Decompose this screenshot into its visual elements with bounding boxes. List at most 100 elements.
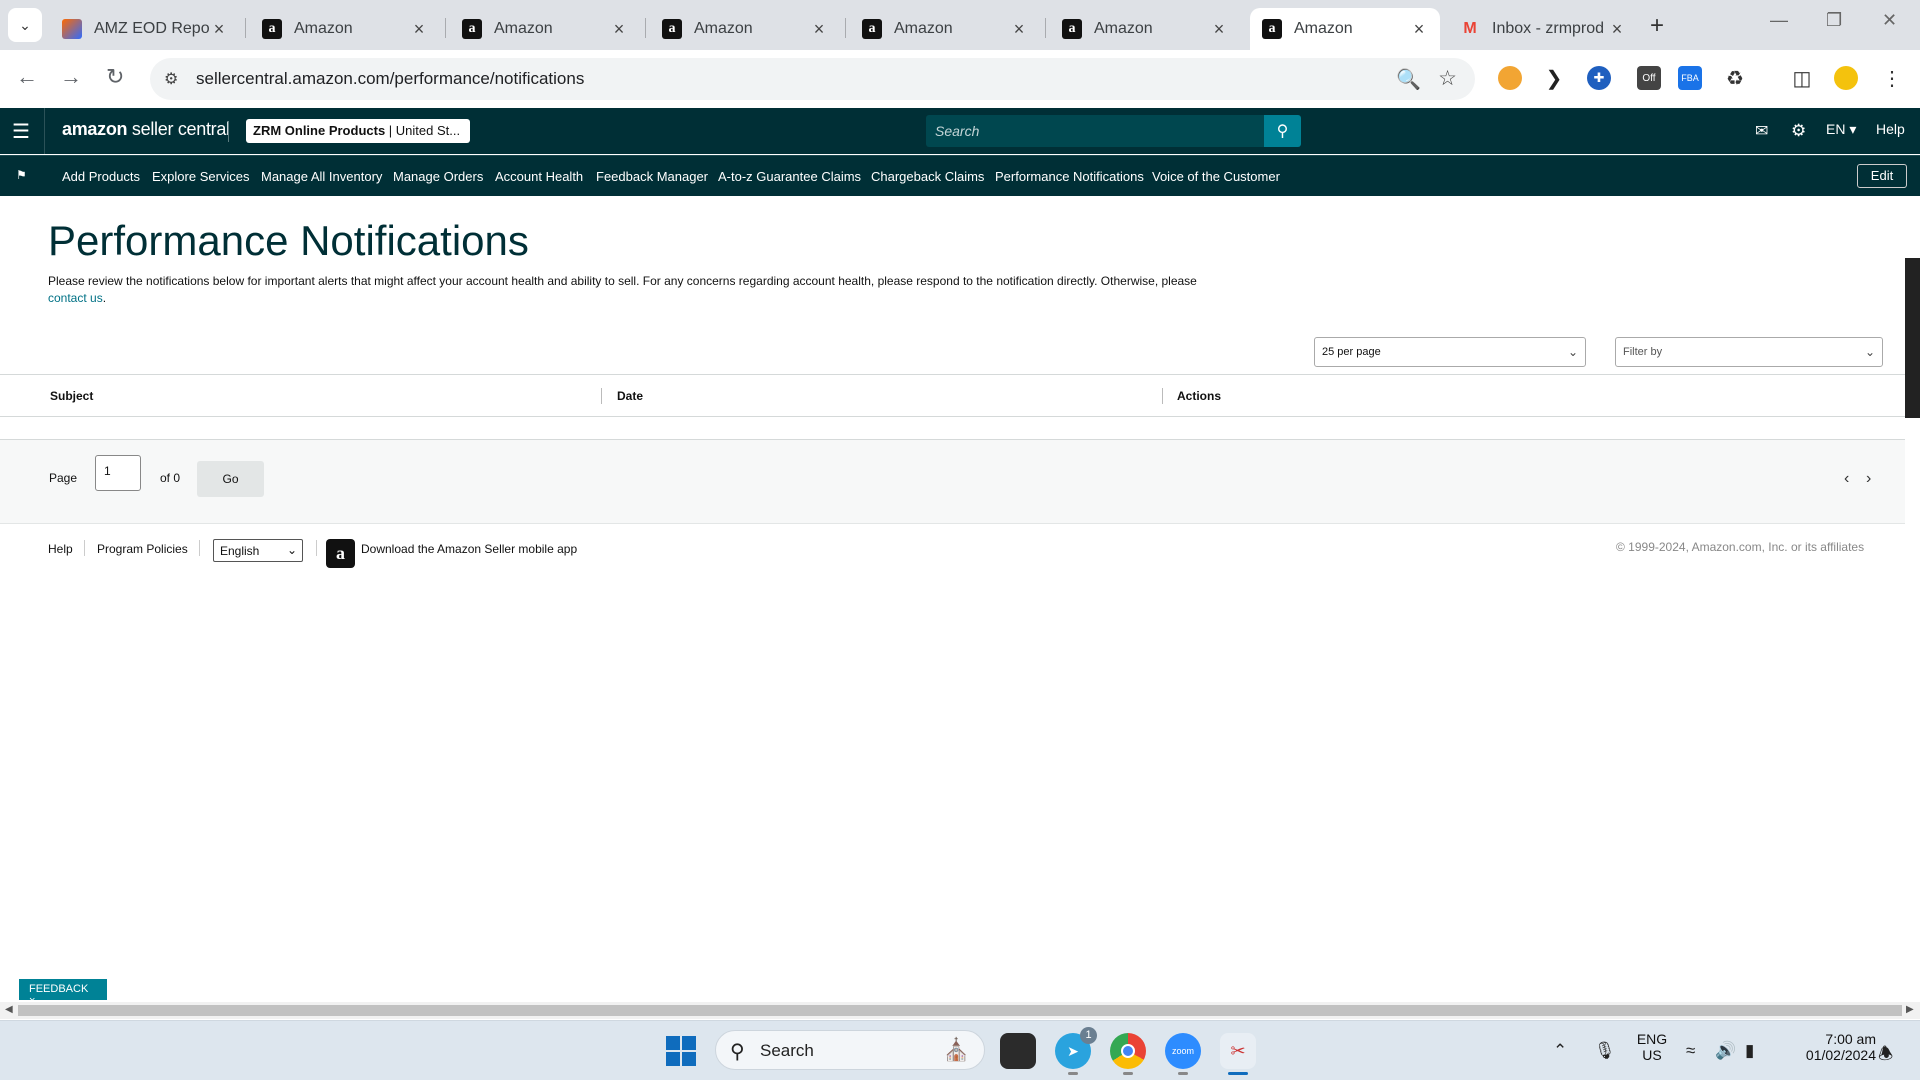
zoom-icon[interactable]: zoom [1165,1033,1201,1069]
seller-central-header: ☰ amazon seller central ZRM Online Produ… [0,108,1920,154]
seller-search-input[interactable]: Search [926,115,1265,147]
close-icon[interactable]: × [810,19,828,40]
seller-central-logo[interactable]: amazon seller central [62,119,230,140]
help-link[interactable]: Help [1876,121,1905,137]
snipping-tool-icon[interactable]: ✂ [1220,1033,1256,1069]
tab-amazon-4[interactable]: a Amazon × [850,8,1040,50]
footer-help-link[interactable]: Help [48,542,73,556]
edit-bookmarks-button[interactable]: Edit [1857,164,1907,188]
side-widget-edge[interactable] [1905,258,1920,418]
language-selector[interactable]: EN ▾ [1826,121,1856,138]
caret-down-icon: ▾ [1849,121,1857,137]
taskbar-search[interactable]: ⚲ Search ⛪ [715,1030,985,1070]
nav-voice-of-customer[interactable]: Voice of the Customer [1152,169,1280,184]
close-icon[interactable]: × [1210,19,1228,40]
footer-language-select[interactable]: English ⌄ [213,539,303,562]
close-icon[interactable]: × [1410,19,1428,40]
chevron-left-icon[interactable]: ‹ [1844,470,1849,488]
contact-us-link[interactable]: contact us [48,291,103,305]
search-button[interactable]: ⚲ [1264,115,1301,147]
input-language[interactable]: ENG US [1632,1031,1672,1063]
account-switcher[interactable]: ZRM Online Products | United St... [246,119,470,143]
extension-blue-icon[interactable]: ✚ [1587,66,1611,90]
forward-button[interactable]: → [60,64,82,90]
tab-search-menu-button[interactable]: ⌄ [8,8,42,42]
nav-performance-notifications[interactable]: Performance Notifications [995,169,1144,184]
mail-icon[interactable]: ✉ [1755,121,1768,141]
scroll-left-icon[interactable]: ◀ [5,1004,13,1015]
nav-add-products[interactable]: Add Products [62,169,140,184]
hamburger-menu-icon[interactable]: ☰ [12,119,30,144]
nav-explore-services[interactable]: Explore Services [152,169,250,184]
bookmark-icon[interactable]: ⚑ [16,168,27,182]
page-title: Performance Notifications [48,217,529,264]
close-window-button[interactable]: ✕ [1882,10,1897,31]
extension-orange-icon[interactable] [1498,66,1522,90]
tab-title: Amazon [1094,20,1153,37]
settings-gear-icon[interactable]: ⚙ [1791,121,1806,141]
site-info-icon[interactable]: ⚙ [164,69,178,89]
battery-icon[interactable]: ▮ [1745,1041,1754,1061]
nav-a-to-z-claims[interactable]: A-to-z Guarantee Claims [718,169,861,184]
minimize-button[interactable]: — [1770,10,1788,31]
page-total-label: of 0 [160,471,181,485]
go-button[interactable]: Go [197,461,264,497]
tab-amz-eod-report[interactable]: AMZ EOD Report × [50,8,240,50]
close-icon[interactable]: × [1608,19,1626,40]
extension-cursor-icon[interactable]: ❯ [1542,66,1566,90]
extensions-puzzle-icon[interactable]: ♻ [1723,66,1747,90]
reload-button[interactable]: ↻ [106,64,124,90]
chrome-icon[interactable] [1110,1033,1146,1069]
download-app-link[interactable]: Download the Amazon Seller mobile app [361,542,577,556]
tab-amazon-5[interactable]: a Amazon × [1050,8,1240,50]
zoom-icon[interactable]: 🔍 [1396,67,1421,92]
chevron-right-icon[interactable]: › [1866,470,1871,488]
new-tab-button[interactable]: + [1650,12,1664,40]
close-icon[interactable]: × [1010,19,1028,40]
volume-icon[interactable]: 🔊 [1715,1041,1736,1061]
clock[interactable]: 7:00 am 01/02/2024 [1780,1031,1876,1063]
extension-off-icon[interactable]: Off [1637,66,1661,90]
url-text[interactable]: sellercentral.amazon.com/performance/not… [196,69,584,89]
amazon-seller-app-icon[interactable]: a [326,539,355,568]
nav-feedback-manager[interactable]: Feedback Manager [596,169,708,184]
column-date[interactable]: Date [617,389,643,403]
feedback-button[interactable]: FEEDBACK × [19,979,107,1007]
tab-amazon-1[interactable]: a Amazon × [250,8,440,50]
nav-chargeback-claims[interactable]: Chargeback Claims [871,169,984,184]
side-panel-icon[interactable]: ◫ [1790,66,1814,90]
close-icon[interactable]: × [210,19,228,40]
nav-manage-orders[interactable]: Manage Orders [393,169,483,184]
tab-amazon-active[interactable]: a Amazon × [1250,8,1440,50]
scrollbar-thumb[interactable] [18,1005,1902,1016]
microphone-icon[interactable]: 🎙 [1594,1041,1616,1061]
tab-amazon-3[interactable]: a Amazon × [650,8,840,50]
more-menu-icon[interactable]: ⋮ [1880,66,1904,90]
restore-button[interactable]: ❐ [1826,10,1842,31]
notification-bell-icon[interactable]: 🕭 [1878,1041,1893,1070]
horizontal-scrollbar[interactable]: ◀ ▶ [0,1002,1920,1019]
tab-amazon-2[interactable]: a Amazon × [450,8,640,50]
amz-eod-icon [62,19,82,39]
close-icon[interactable]: × [610,19,628,40]
address-bar[interactable]: ⚙ sellercentral.amazon.com/performance/n… [150,58,1475,100]
page-number-input[interactable]: 1 [95,455,141,491]
filter-by-select[interactable]: Filter by ⌄ [1615,337,1883,367]
profile-avatar[interactable] [1834,66,1858,90]
nav-manage-all-inventory[interactable]: Manage All Inventory [261,169,382,184]
close-icon[interactable]: × [410,19,428,40]
task-view-icon[interactable] [1000,1033,1036,1069]
telegram-icon[interactable]: ➤ 1 [1055,1027,1097,1069]
footer-program-policies-link[interactable]: Program Policies [97,542,188,556]
chevron-up-icon[interactable]: ⌃ [1553,1041,1567,1061]
per-page-select[interactable]: 25 per page ⌄ [1314,337,1586,367]
column-subject[interactable]: Subject [50,389,93,403]
bookmark-star-icon[interactable]: ☆ [1438,66,1457,91]
nav-account-health[interactable]: Account Health [495,169,583,184]
wifi-icon[interactable]: ≈ [1686,1041,1695,1061]
back-button[interactable]: ← [16,64,38,90]
extension-fba-icon[interactable]: FBA [1678,66,1702,90]
scroll-right-icon[interactable]: ▶ [1906,1004,1914,1015]
tab-gmail-inbox[interactable]: M Inbox - zrmprod × [1448,8,1638,50]
windows-start-icon[interactable] [666,1036,696,1066]
